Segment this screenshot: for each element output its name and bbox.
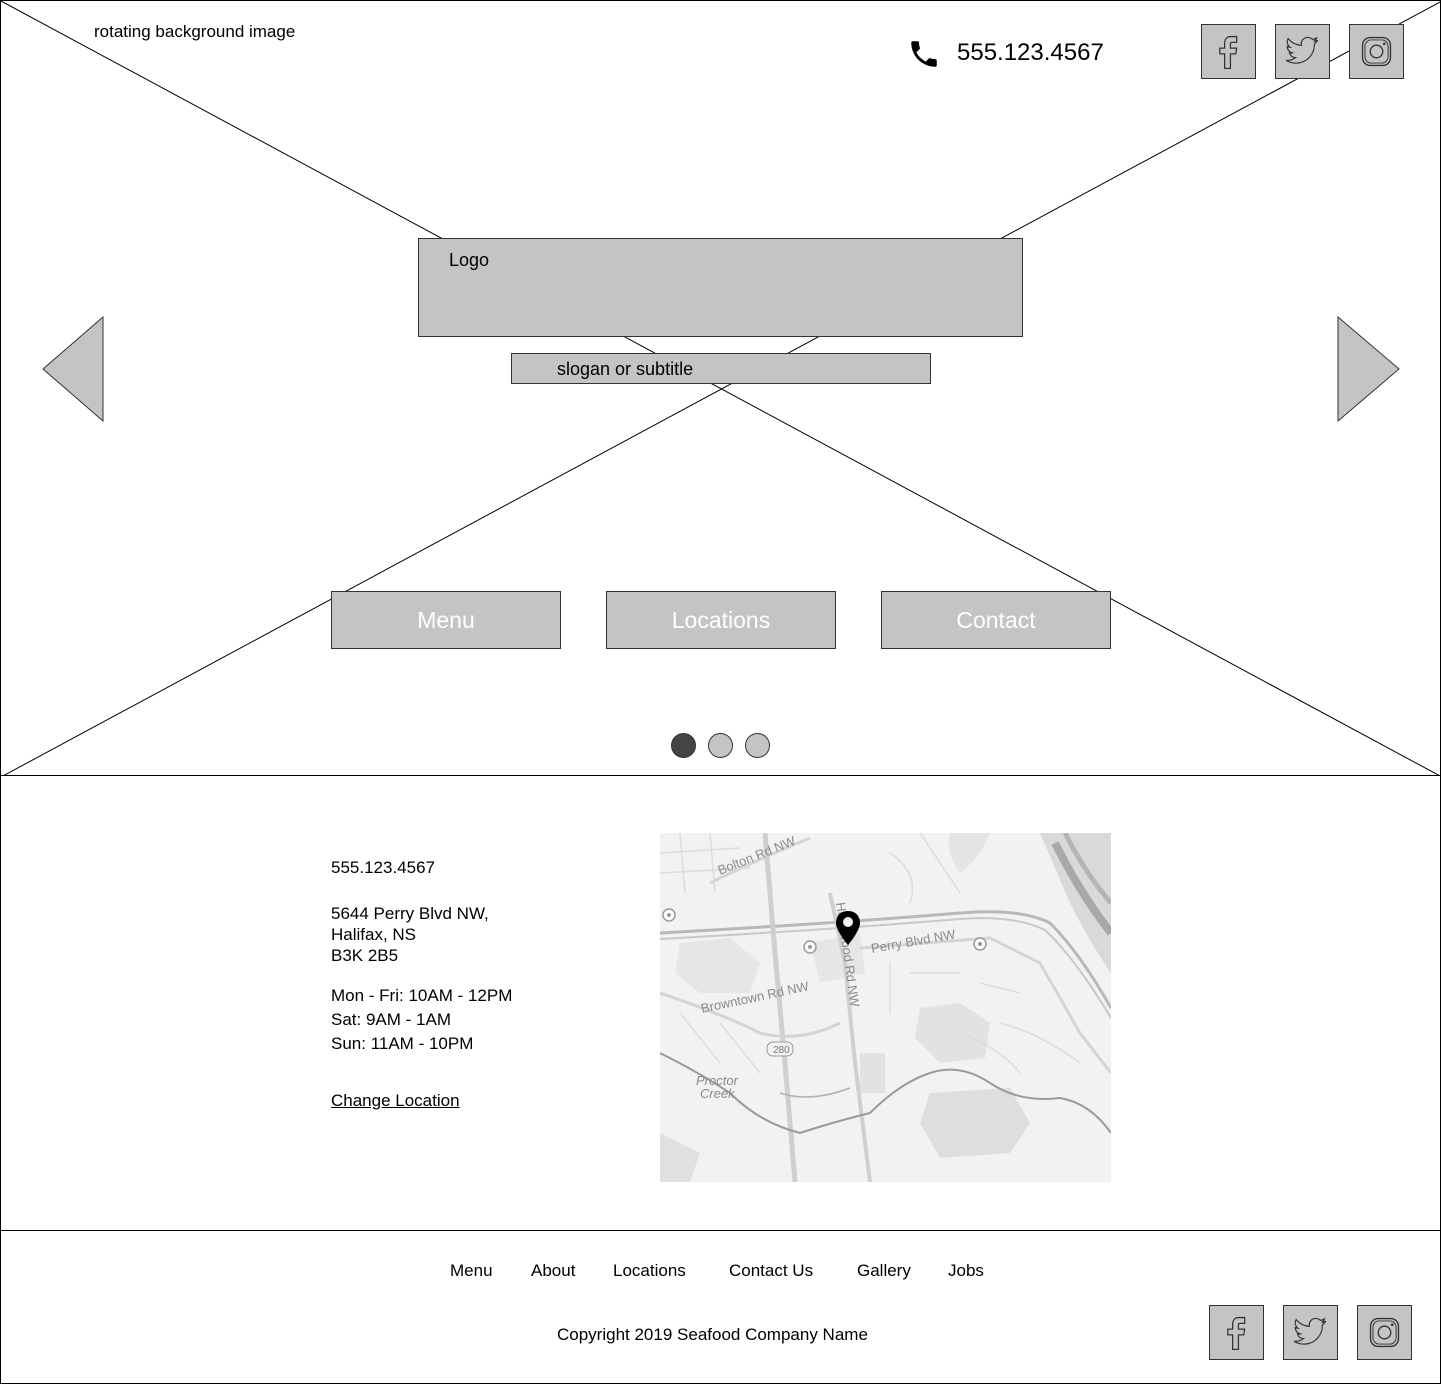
footer-link-contact-us[interactable]: Contact Us <box>729 1261 813 1281</box>
slide-indicator-1[interactable] <box>671 733 696 758</box>
slide-indicator-2[interactable] <box>708 733 733 758</box>
slogan-label: slogan or subtitle <box>557 359 694 379</box>
footer-link-jobs[interactable]: Jobs <box>948 1261 984 1281</box>
footer-twitter-button[interactable] <box>1283 1305 1338 1360</box>
location-map[interactable]: Bolton Rd NW Perry Blvd NW Browntown Rd … <box>660 833 1111 1182</box>
map-poi-icon <box>662 908 676 922</box>
location-section: 555.123.4567 5644 Perry Blvd NW, Halifax… <box>0 775 1441 1231</box>
change-location-link[interactable]: Change Location <box>331 1091 460 1111</box>
address-line: Halifax, NS <box>331 925 417 944</box>
footer-facebook-button[interactable] <box>1209 1305 1264 1360</box>
instagram-icon <box>1361 36 1392 67</box>
twitter-icon <box>1285 36 1319 64</box>
logo-label: Logo <box>449 250 490 270</box>
menu-button[interactable]: Menu <box>331 591 561 649</box>
map-street-label: Bolton Rd NW <box>716 833 799 878</box>
footer-link-about[interactable]: About <box>531 1261 575 1281</box>
background-image-placeholder <box>1 1 1440 775</box>
map-place-label: Creek <box>700 1086 736 1101</box>
twitter-icon <box>1293 1317 1327 1345</box>
instagram-icon <box>1369 1317 1400 1348</box>
map-poi-icon <box>803 940 817 954</box>
hours-line: Mon - Fri: 10AM - 12PM <box>331 986 513 1005</box>
address-line: 5644 Perry Blvd NW, <box>331 904 489 923</box>
hours-line: Sun: 11AM - 10PM <box>331 1034 474 1053</box>
footer-link-gallery[interactable]: Gallery <box>857 1261 911 1281</box>
map-street-label: Perry Blvd NW <box>870 926 957 956</box>
instagram-button[interactable] <box>1349 24 1404 79</box>
copyright-text: Copyright 2019 Seafood Company Name <box>557 1325 868 1344</box>
twitter-button[interactable] <box>1275 24 1330 79</box>
location-address: 5644 Perry Blvd NW, Halifax, NS B3K 2B5 <box>331 903 489 966</box>
next-slide-arrow-icon[interactable] <box>1337 316 1401 422</box>
background-image-label: rotating background image <box>94 22 296 41</box>
facebook-button[interactable] <box>1201 24 1256 79</box>
slide-indicator-3[interactable] <box>745 733 770 758</box>
location-phone[interactable]: 555.123.4567 <box>331 857 435 878</box>
address-line: B3K 2B5 <box>331 946 399 965</box>
route-badge: 280 <box>773 1045 790 1056</box>
footer-link-menu[interactable]: Menu <box>450 1261 493 1281</box>
facebook-icon <box>1227 1316 1246 1350</box>
locations-button[interactable]: Locations <box>606 591 836 649</box>
map-poi-icon <box>973 937 987 951</box>
footer-link-locations[interactable]: Locations <box>613 1261 686 1281</box>
contact-button[interactable]: Contact <box>881 591 1111 649</box>
hours-line: Sat: 9AM - 1AM <box>331 1010 451 1029</box>
hero-carousel: rotating background image 555.123.4567 L… <box>0 0 1441 776</box>
facebook-icon <box>1219 35 1238 69</box>
phone-icon <box>911 41 937 67</box>
prev-slide-arrow-icon[interactable] <box>41 316 105 422</box>
opening-hours: Mon - Fri: 10AM - 12PM Sat: 9AM - 1AM Su… <box>331 984 512 1056</box>
logo-placeholder[interactable]: Logo <box>418 238 1023 337</box>
slogan-placeholder: slogan or subtitle <box>511 353 931 384</box>
footer-instagram-button[interactable] <box>1357 1305 1412 1360</box>
site-footer: Menu About Locations Contact Us Gallery … <box>0 1230 1441 1384</box>
header-phone-number[interactable]: 555.123.4567 <box>957 39 1104 67</box>
